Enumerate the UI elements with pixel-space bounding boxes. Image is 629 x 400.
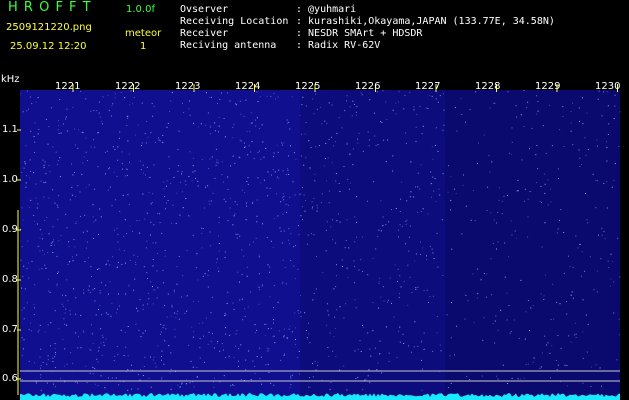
x-tick-label: 1225 — [295, 81, 321, 92]
spectrogram-left-band — [20, 90, 300, 400]
x-tick-label: 1228 — [475, 81, 501, 92]
y-axis-unit: kHz — [1, 74, 20, 85]
x-tick-label: 1226 — [355, 81, 381, 92]
x-tick-label: 1227 — [415, 81, 441, 92]
info-label-receiver: Receiver — [180, 28, 229, 39]
app-title: H R O F F T — [8, 0, 92, 15]
meteor-count: 1 — [140, 41, 147, 52]
hrofft-screen: H R O F F T 1.0.0f 2509121220.png 25.09.… — [0, 0, 629, 400]
info-value-location: : kurashiki,Okayama,JAPAN (133.77E, 34.5… — [296, 16, 555, 27]
info-value-antenna: : Radix RV-62V — [296, 40, 381, 51]
info-label-observer: Ovserver — [180, 4, 229, 15]
app-version: 1.0.0f — [126, 4, 155, 15]
file-name: 2509121220.png — [6, 22, 92, 33]
x-tick-label: 1221 — [55, 81, 81, 92]
y-tick-label: 0.6 — [2, 373, 18, 384]
x-tick-label: 1230 — [595, 81, 621, 92]
spectrogram-canvas — [17, 84, 621, 400]
y-tick-label: 1.1 — [2, 124, 18, 135]
meteor-label: meteor — [125, 28, 162, 39]
x-tick-label: 1222 — [115, 81, 141, 92]
info-value-observer: : @yuhmari — [296, 4, 357, 15]
y-tick-label: 1.0 — [2, 174, 18, 185]
info-label-antenna: Reciving antenna — [180, 40, 277, 51]
capture-datetime: 25.09.12 12:20 — [10, 41, 87, 52]
y-tick-label: 0.9 — [2, 224, 18, 235]
info-value-receiver: : NESDR SMArt + HDSDR — [296, 28, 423, 39]
y-tick-label: 0.8 — [2, 274, 18, 285]
x-tick-label: 1229 — [535, 81, 561, 92]
spectrogram-mid-band — [300, 90, 445, 400]
y-tick-label: 0.7 — [2, 324, 18, 335]
x-tick-label: 1224 — [235, 81, 261, 92]
info-label-location: Receiving Location — [180, 16, 289, 27]
x-tick-label: 1223 — [175, 81, 201, 92]
